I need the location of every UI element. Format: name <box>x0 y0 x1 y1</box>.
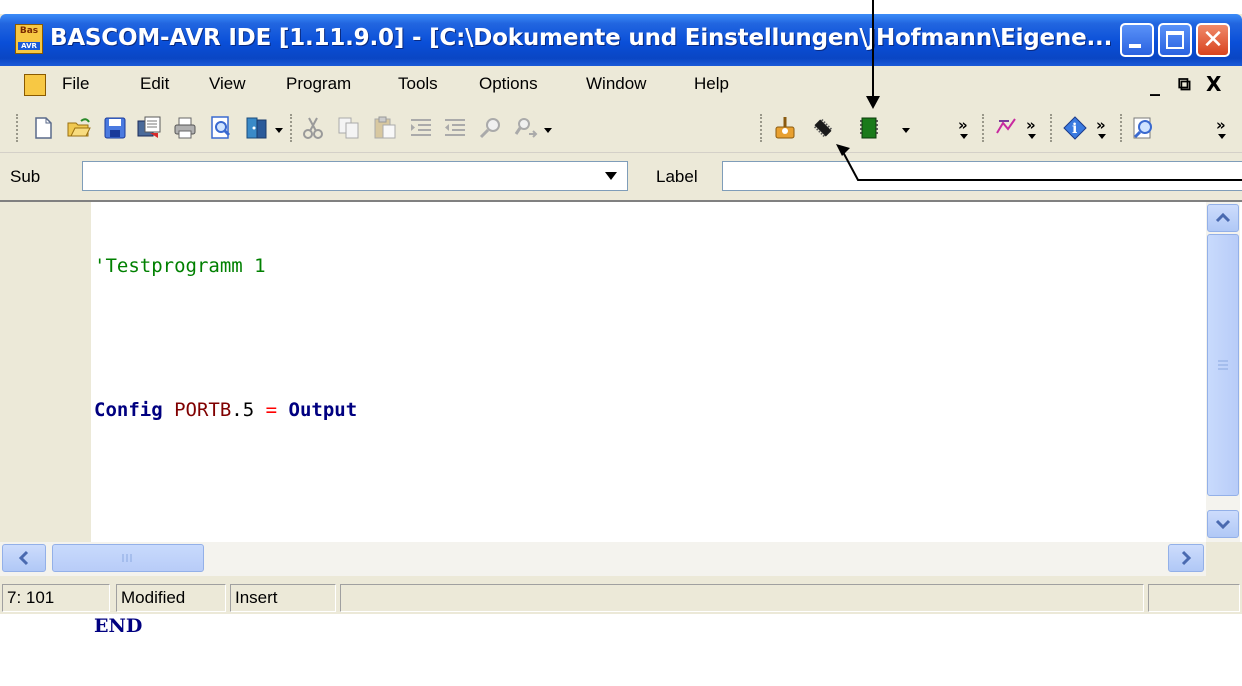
toolbar-grip[interactable] <box>1050 114 1055 142</box>
mdi-close-button[interactable]: X <box>1206 72 1221 96</box>
gutter-margin <box>23 202 91 542</box>
horizontal-scroll-thumb[interactable] <box>52 544 204 572</box>
toolbar-overflow-arrow[interactable] <box>1218 134 1226 139</box>
vertical-scrollbar[interactable] <box>1206 202 1240 542</box>
scroll-up-button[interactable] <box>1207 204 1239 232</box>
minimize-icon <box>1129 44 1141 48</box>
menu-tools[interactable]: Tools <box>398 74 438 94</box>
status-insert-mode: Insert <box>230 584 336 612</box>
paste-icon[interactable] <box>372 115 398 141</box>
toolbar-overflow-arrow[interactable] <box>1098 134 1106 139</box>
label-dropdown[interactable] <box>722 161 1242 191</box>
find-dropdown-arrow[interactable] <box>544 128 552 133</box>
code-line: 'Testprogramm 1 <box>94 254 357 278</box>
program-dropdown-arrow[interactable] <box>902 128 910 133</box>
copy-icon[interactable] <box>336 115 362 141</box>
indent-icon[interactable] <box>408 115 434 141</box>
sub-dropdown[interactable] <box>82 161 628 191</box>
menu-file[interactable]: File <box>62 74 89 94</box>
save-icon[interactable] <box>102 115 128 141</box>
toolbar-grip[interactable] <box>16 114 21 142</box>
close-icon: ✕ <box>1202 25 1224 55</box>
unindent-icon[interactable] <box>442 115 468 141</box>
status-message <box>340 584 1144 612</box>
program-chip-icon[interactable] <box>856 115 882 141</box>
toolbar-overflow-arrow[interactable] <box>960 134 968 139</box>
code-line: Config PORTB.5 = Output <box>94 399 358 421</box>
main-toolbar: » » i » » <box>0 102 1242 152</box>
scroll-right-button[interactable] <box>1168 544 1204 572</box>
status-position: 7: 101 <box>2 584 110 612</box>
close-button[interactable]: ✕ <box>1196 23 1230 57</box>
print-icon[interactable] <box>172 115 198 141</box>
toolbar-grip[interactable] <box>760 114 765 142</box>
menu-bar: File Edit View Program Tools Options Win… <box>0 66 1242 102</box>
print-preview-icon[interactable] <box>208 115 234 141</box>
status-bar: 7: 101 Modified Insert <box>0 576 1242 614</box>
toolbar-overflow-arrow[interactable] <box>1028 134 1036 139</box>
menu-edit[interactable]: Edit <box>140 74 169 94</box>
sub-caption: Sub <box>10 167 41 186</box>
toolbar-grip[interactable] <box>290 114 295 142</box>
find-icon[interactable] <box>478 115 504 141</box>
maximize-icon <box>1166 31 1184 49</box>
zoom-icon[interactable] <box>1130 115 1156 141</box>
editor-gutter[interactable] <box>0 202 91 542</box>
terminal-icon[interactable] <box>994 115 1020 141</box>
title-bar[interactable]: Bas AVR BASCOM-AVR IDE [1.11.9.0] - [C:\D… <box>0 14 1242 66</box>
scroll-down-button[interactable] <box>1207 510 1239 538</box>
horizontal-scrollbar[interactable] <box>0 542 1206 576</box>
cut-icon[interactable] <box>300 115 326 141</box>
menu-help[interactable]: Help <box>694 74 729 94</box>
document-system-icon[interactable] <box>24 74 46 96</box>
menu-view[interactable]: View <box>209 74 246 94</box>
save-as-icon[interactable] <box>136 115 162 141</box>
mdi-restore-button[interactable]: ⧉ <box>1178 74 1191 95</box>
status-modified: Modified <box>116 584 226 612</box>
chevron-down-icon[interactable] <box>605 172 617 180</box>
new-file-icon[interactable] <box>30 115 56 141</box>
menu-program[interactable]: Program <box>286 74 351 94</box>
menu-window[interactable]: Window <box>586 74 646 94</box>
toolbar-overflow-chevron[interactable]: » <box>1096 116 1106 134</box>
info-icon[interactable]: i <box>1062 115 1088 141</box>
status-extra <box>1148 584 1240 612</box>
toolbar-grip[interactable] <box>1120 114 1125 142</box>
menu-options[interactable]: Options <box>479 74 538 94</box>
compile-icon[interactable] <box>772 115 798 141</box>
code-line: END <box>94 615 143 637</box>
toolbar-grip[interactable] <box>982 114 987 142</box>
exit-icon[interactable] <box>244 115 270 141</box>
minimize-button[interactable] <box>1120 23 1154 57</box>
scroll-left-button[interactable] <box>2 544 46 572</box>
toolbar-overflow-chevron[interactable]: » <box>1026 116 1036 134</box>
code-text[interactable]: 'Testprogramm 1 Config PORTB.5 = Output … <box>94 206 357 686</box>
vertical-scroll-thumb[interactable] <box>1207 234 1239 496</box>
bascom-app-icon[interactable]: Bas AVR <box>15 24 43 54</box>
scrollbar-corner <box>1206 542 1242 576</box>
maximize-button[interactable] <box>1158 23 1192 57</box>
chip-icon[interactable] <box>810 115 836 141</box>
code-editor[interactable]: 'Testprogramm 1 Config PORTB.5 = Output … <box>0 200 1242 637</box>
bascom-window: Bas AVR BASCOM-AVR IDE [1.11.9.0] - [C:\D… <box>0 14 1242 637</box>
code-comment: 'Testprogramm 1 <box>94 255 266 277</box>
toolbar-overflow-chevron[interactable]: » <box>958 116 968 134</box>
sub-label-bar: Sub Label <box>0 152 1242 199</box>
open-folder-icon[interactable] <box>66 115 92 141</box>
find-next-icon[interactable] <box>514 115 540 141</box>
window-title: BASCOM-AVR IDE [1.11.9.0] - [C:\Dokument… <box>50 25 1113 51</box>
label-caption: Label <box>656 167 698 186</box>
exit-dropdown-arrow[interactable] <box>275 128 283 133</box>
mdi-minimize-button[interactable]: _ <box>1150 72 1160 96</box>
toolbar-overflow-chevron[interactable]: » <box>1216 116 1226 134</box>
svg-text:i: i <box>1072 121 1077 137</box>
